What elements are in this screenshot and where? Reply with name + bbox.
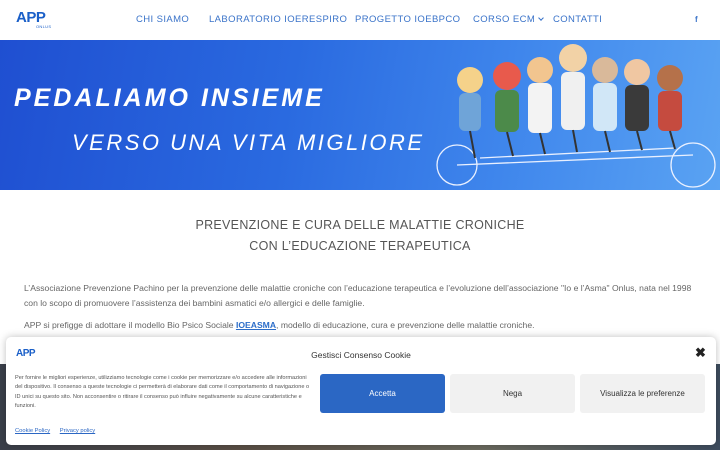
site-header: APP ONLUS CHI SIAMO LABORATORIO IOERESPI… — [0, 0, 720, 40]
tandem-bicycle-illustration — [436, 44, 716, 188]
view-preferences-button[interactable]: Visualizza le preferenze — [580, 374, 705, 413]
privacy-policy-link[interactable]: Privacy policy — [60, 428, 95, 434]
ioeasma-link[interactable]: IOEASMA — [236, 320, 276, 330]
accept-button[interactable]: Accetta — [320, 374, 445, 413]
banner-title: PEDALIAMO INSIEME — [14, 84, 325, 112]
banner-subtitle: VERSO UNA VITA MIGLIORE — [72, 130, 425, 155]
close-icon[interactable]: ✖ — [695, 346, 706, 359]
cookie-title: Gestisci Consenso Cookie — [311, 350, 411, 360]
nav-item-chi-siamo[interactable]: CHI SIAMO — [136, 14, 189, 25]
model-paragraph: APP si prefigge di adottare il modello B… — [24, 318, 696, 333]
model-paragraph-tail: , modello di educazione, cura e prevenzi… — [276, 320, 535, 330]
chevron-down-icon — [538, 15, 545, 21]
nav-item-contatti[interactable]: CONTATTI — [553, 14, 602, 25]
facebook-icon[interactable]: f — [695, 15, 698, 24]
headline-line-2: CON L’EDUCAZIONE TERAPEUTICA — [249, 239, 471, 253]
cookie-description: Per fornire le migliori esperienze, util… — [15, 375, 310, 409]
intro-paragraph: L’Associazione Prevenzione Pachino per l… — [24, 283, 692, 308]
main-nav: CHI SIAMO LABORATORIO IOERESPIRO PROGETT… — [0, 14, 720, 28]
cookie-links: Cookie Policy Privacy policy — [15, 428, 103, 434]
nav-item-corso-ecm[interactable]: CORSO ECM — [473, 14, 545, 25]
cookie-consent-banner: APP Gestisci Consenso Cookie ✖ Per forni… — [6, 337, 716, 445]
deny-button[interactable]: Nega — [450, 374, 575, 413]
nav-item-progetto[interactable]: PROGETTO IOEBPCO — [355, 14, 460, 25]
model-paragraph-text: APP si prefigge di adottare il modello B… — [24, 320, 236, 330]
cookie-policy-link[interactable]: Cookie Policy — [15, 428, 50, 434]
nav-item-corso-ecm-label: CORSO ECM — [473, 14, 536, 25]
hero-banner: PEDALIAMO INSIEME VERSO UNA VITA MIGLIOR… — [0, 40, 720, 190]
nav-item-laboratorio[interactable]: LABORATORIO IOERESPIRO — [209, 14, 347, 25]
headline-line-1: PREVENZIONE E CURA DELLE MALATTIE CRONIC… — [195, 218, 525, 232]
